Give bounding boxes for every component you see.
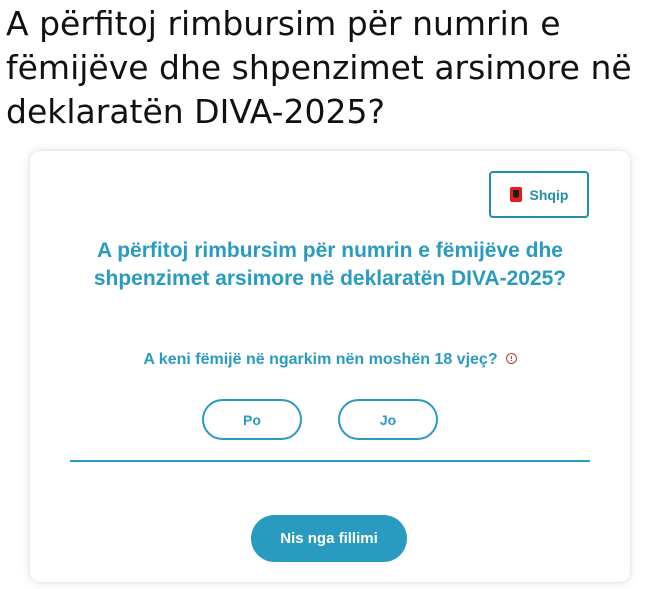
page-title: A përfitoj rimbursim për numrin e fëmijë…	[6, 4, 632, 131]
language-selector-button[interactable]: Shqip	[489, 171, 589, 218]
language-label: Shqip	[529, 186, 569, 203]
question-text: A keni fëmijë në ngarkim nën moshën 18 v…	[143, 351, 498, 368]
albania-flag-icon	[509, 187, 522, 202]
question-row: A keni fëmijë në ngarkim nën moshën 18 v…	[30, 351, 630, 369]
answer-yes-button[interactable]: Po	[202, 399, 302, 440]
questionnaire-card: Shqip A përfitoj rimbursim për numrin e …	[30, 151, 630, 582]
answer-no-button[interactable]: Jo	[338, 399, 438, 440]
info-icon[interactable]	[505, 353, 517, 365]
restart-button[interactable]: Nis nga fillimi	[251, 515, 407, 562]
divider	[70, 460, 590, 462]
card-title: A përfitoj rimbursim për numrin e fëmijë…	[93, 239, 567, 290]
